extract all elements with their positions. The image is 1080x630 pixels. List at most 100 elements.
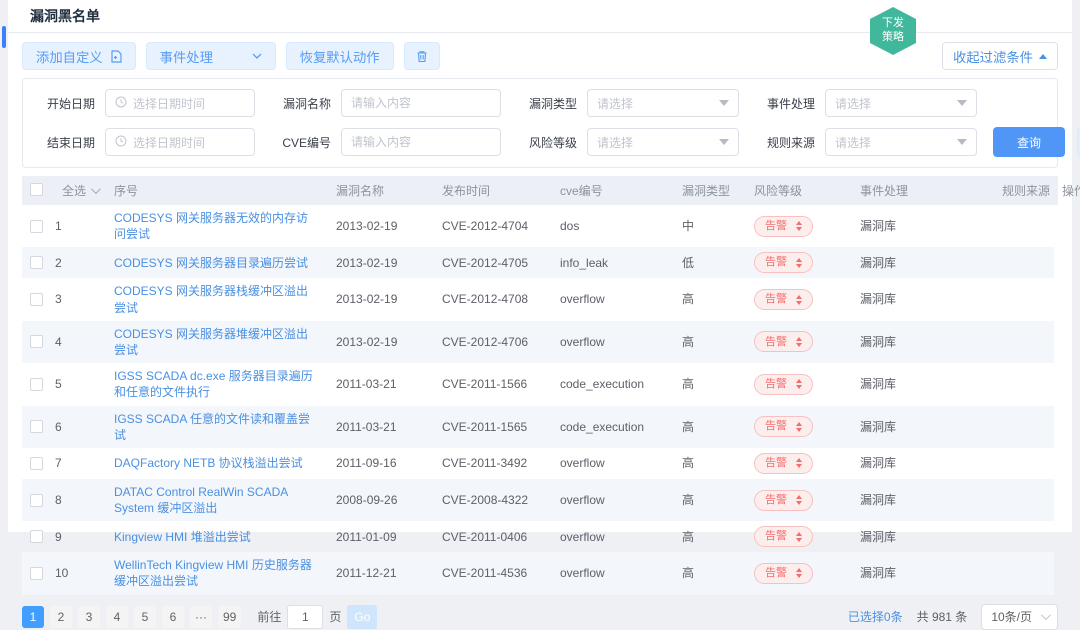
event-action-select[interactable]: 告警 <box>754 216 813 237</box>
event-action-select[interactable]: 告警 <box>754 490 813 511</box>
risk-level: 高 <box>674 278 746 320</box>
vuln-type-placeholder: 请选择 <box>597 95 633 112</box>
row-operation <box>994 521 1054 552</box>
vuln-name-link[interactable]: Kingview HMI 堆溢出尝试 <box>114 530 251 544</box>
page-button[interactable]: 4 <box>106 606 128 628</box>
event-handle-dropdown[interactable]: 事件处理 <box>146 42 276 70</box>
vuln-name-link[interactable]: IGSS SCADA 任意的文件读和覆盖尝试 <box>114 412 310 442</box>
vuln-name-link[interactable]: CODESYS 网关服务器栈缓冲区溢出尝试 <box>114 284 308 314</box>
page-button[interactable]: 6 <box>162 606 184 628</box>
cve-id: CVE-2011-4536 <box>434 552 552 594</box>
rule-source: 漏洞库 <box>852 406 994 448</box>
row-checkbox[interactable] <box>30 293 43 306</box>
filter-actions: 查询 清空 <box>993 127 1080 157</box>
query-button[interactable]: 查询 <box>993 127 1065 157</box>
filter-cve-no: CVE编号 <box>271 128 501 156</box>
cve-id: CVE-2012-4704 <box>434 205 552 247</box>
table-row: 3CODESYS 网关服务器栈缓冲区溢出尝试2013-02-19CVE-2012… <box>22 278 1058 320</box>
cve-no-input[interactable] <box>351 135 491 149</box>
vuln-name-link[interactable]: CODESYS 网关服务器堆缓冲区溢出尝试 <box>114 327 308 357</box>
page-ellipsis[interactable]: ··· <box>190 606 212 628</box>
event-action-select[interactable]: 告警 <box>754 331 813 352</box>
sort-arrows-icon <box>796 422 802 432</box>
row-operation <box>994 321 1054 363</box>
per-page-select[interactable]: 10条/页 <box>981 604 1058 630</box>
event-action-select[interactable]: 告警 <box>754 252 813 273</box>
vuln-blacklist-panel: 漏洞黑名单 下发 策略 添加自定义 事件处理 恢复默认动作 收起过滤条件 <box>8 0 1072 532</box>
vuln-name-link[interactable]: DATAC Control RealWin SCADA System 缓冲区溢出 <box>114 485 288 515</box>
event-handle-select[interactable]: 请选择 <box>825 89 977 117</box>
start-date-input[interactable]: 选择日期时间 <box>105 89 255 117</box>
page-button[interactable]: 5 <box>134 606 156 628</box>
goto-page-input[interactable] <box>287 605 323 629</box>
row-index: 5 <box>55 376 62 392</box>
restore-default-button[interactable]: 恢复默认动作 <box>286 42 394 70</box>
add-custom-label: 添加自定义 <box>36 47 103 66</box>
event-action-select[interactable]: 告警 <box>754 526 813 547</box>
vuln-type-select[interactable]: 请选择 <box>587 89 739 117</box>
vuln-name-link[interactable]: WellinTech Kingview HMI 历史服务器缓冲区溢出尝试 <box>114 558 312 588</box>
risk-level-select[interactable]: 请选择 <box>587 128 739 156</box>
filter-panel: 开始日期 选择日期时间 漏洞名称 漏洞类型 请选择 事 <box>22 78 1058 168</box>
row-checkbox[interactable] <box>30 494 43 507</box>
event-action-select[interactable]: 告警 <box>754 453 813 474</box>
rule-source: 漏洞库 <box>852 552 994 594</box>
rule-source: 漏洞库 <box>852 363 994 405</box>
publish-date: 2013-02-19 <box>328 321 434 363</box>
event-action-select[interactable]: 告警 <box>754 289 813 310</box>
column-header: 事件处理 <box>852 176 994 205</box>
filter-row-2: 结束日期 选择日期时间 CVE编号 风险等级 请选择 <box>35 127 1045 157</box>
page-button[interactable]: 2 <box>50 606 72 628</box>
page-buttons: 123456 ··· 99 <box>22 606 241 628</box>
event-handle-filter-label: 事件处理 <box>755 95 815 112</box>
end-date-input[interactable]: 选择日期时间 <box>105 128 255 156</box>
row-checkbox[interactable] <box>30 457 43 470</box>
cve-id: CVE-2011-1566 <box>434 363 552 405</box>
risk-level-label: 风险等级 <box>517 134 577 151</box>
event-action-select[interactable]: 告警 <box>754 416 813 437</box>
vuln-name-input[interactable] <box>351 96 491 110</box>
table-row: 8DATAC Control RealWin SCADA System 缓冲区溢… <box>22 479 1058 521</box>
event-action-select[interactable]: 告警 <box>754 563 813 584</box>
table-body: 1CODESYS 网关服务器无效的内存访问尝试2013-02-19CVE-201… <box>22 205 1058 595</box>
table-row: 5IGSS SCADA dc.exe 服务器目录遍历和任意的文件执行2011-0… <box>22 363 1058 405</box>
sort-arrows-icon <box>796 221 802 231</box>
delete-button[interactable] <box>404 42 440 70</box>
rule-source-select[interactable]: 请选择 <box>825 128 977 156</box>
select-all-checkbox[interactable] <box>30 183 43 196</box>
table-row: 4CODESYS 网关服务器堆缓冲区溢出尝试2013-02-19CVE-2012… <box>22 321 1058 363</box>
page-button[interactable]: 99 <box>218 606 241 628</box>
cve-no-label: CVE编号 <box>271 134 331 151</box>
page-button[interactable]: 1 <box>22 606 44 628</box>
row-checkbox[interactable] <box>30 530 43 543</box>
collapse-filter-label: 收起过滤条件 <box>953 47 1033 66</box>
risk-level: 低 <box>674 247 746 278</box>
row-checkbox[interactable] <box>30 256 43 269</box>
add-custom-button[interactable]: 添加自定义 <box>22 42 136 70</box>
vuln-type: dos <box>552 205 674 247</box>
collapse-filter-button[interactable]: 收起过滤条件 <box>942 42 1058 70</box>
event-action-label: 告警 <box>765 529 787 544</box>
vuln-name-link[interactable]: DAQFactory NETB 协议栈溢出尝试 <box>114 456 303 470</box>
rule-source: 漏洞库 <box>852 278 994 320</box>
row-checkbox[interactable] <box>30 335 43 348</box>
vuln-name-link[interactable]: CODESYS 网关服务器目录遍历尝试 <box>114 256 308 270</box>
page-button[interactable]: 3 <box>78 606 100 628</box>
risk-level: 高 <box>674 321 746 363</box>
row-checkbox[interactable] <box>30 420 43 433</box>
filter-vuln-type: 漏洞类型 请选择 <box>517 89 739 117</box>
row-operation <box>994 205 1054 247</box>
column-header: 发布时间 <box>434 176 552 205</box>
sort-arrows-icon <box>796 458 802 468</box>
row-operation <box>994 278 1054 320</box>
go-button[interactable]: Go <box>347 605 377 629</box>
row-checkbox[interactable] <box>30 567 43 580</box>
selected-count: 已选择0条 <box>848 608 903 625</box>
vuln-type: overflow <box>552 521 674 552</box>
vuln-name-link[interactable]: CODESYS 网关服务器无效的内存访问尝试 <box>114 211 308 241</box>
vuln-name-link[interactable]: IGSS SCADA dc.exe 服务器目录遍历和任意的文件执行 <box>114 369 313 399</box>
chevron-down-icon[interactable] <box>91 184 101 194</box>
event-action-select[interactable]: 告警 <box>754 374 813 395</box>
row-checkbox[interactable] <box>30 378 43 391</box>
row-checkbox[interactable] <box>30 220 43 233</box>
